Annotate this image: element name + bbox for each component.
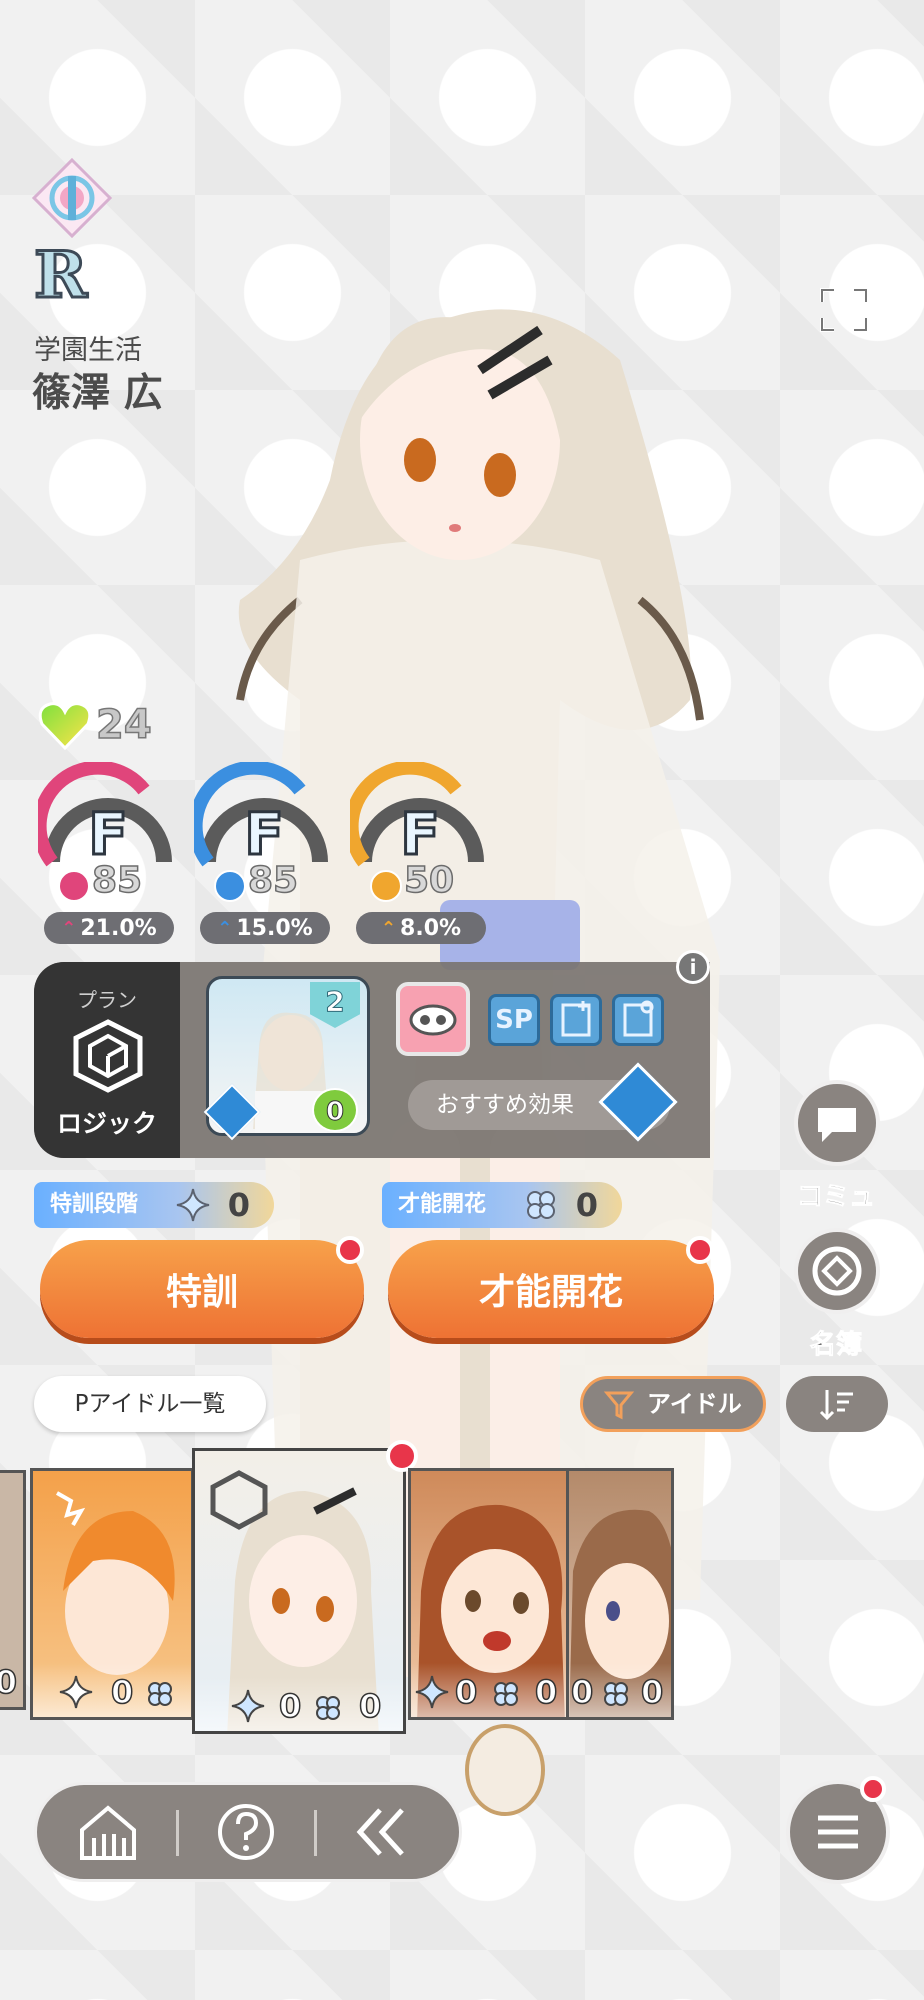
plan-name: ロジック xyxy=(56,1109,157,1138)
fullscreen-icon[interactable] xyxy=(818,286,870,334)
filter-icon xyxy=(603,1391,635,1420)
skill-card-icon[interactable] xyxy=(396,982,470,1056)
chat-icon xyxy=(818,1108,856,1142)
star-icon xyxy=(59,1675,93,1709)
visual-bonus: ⌃ 8.0% xyxy=(356,912,486,944)
talent-bloom-tag: 才能開花 0 xyxy=(382,1182,622,1228)
card-star-count: 0 xyxy=(454,1672,478,1712)
idol-card[interactable]: 0 0 xyxy=(566,1468,674,1720)
vocal-value: 85 xyxy=(91,859,143,902)
training-notification-dot xyxy=(336,1236,364,1264)
stat-visual: F 50 ⌃ 8.0% xyxy=(350,762,490,952)
card-clover-count: 0 xyxy=(358,1686,382,1726)
visual-value: 50 xyxy=(403,859,455,902)
talent-bloom-button[interactable]: 才能開花 xyxy=(388,1240,714,1338)
training-button[interactable]: 特訓 xyxy=(40,1240,364,1338)
help-icon[interactable] xyxy=(214,1800,278,1864)
idol-name: 篠澤 広 xyxy=(32,371,163,416)
visual-grade: F xyxy=(399,799,442,870)
stamina-value: 24 xyxy=(95,701,152,749)
idol-filter-button[interactable]: アイドル xyxy=(580,1376,766,1432)
microphone-icon xyxy=(58,870,90,902)
p-idol-list-button[interactable]: Pアイドル一覧 xyxy=(34,1376,266,1432)
idol-card[interactable]: 0 0 xyxy=(408,1468,572,1720)
clover-icon xyxy=(527,1191,555,1219)
idol-card[interactable]: 0 xyxy=(30,1468,194,1720)
card-star-count: 0 xyxy=(278,1686,302,1726)
talent-bloom-label: 才能開花 xyxy=(398,1192,487,1217)
dance-value: 85 xyxy=(247,859,299,902)
nav-separator xyxy=(176,1810,179,1856)
clover-icon xyxy=(604,1682,628,1706)
clover-icon xyxy=(316,1696,340,1720)
clover-icon xyxy=(494,1682,518,1706)
stat-dance: F 85 ⌃ 15.0% xyxy=(194,762,334,952)
clover-icon xyxy=(148,1682,172,1706)
rarity-label: R xyxy=(32,237,88,315)
vocal-bonus: ⌃ 21.0% xyxy=(44,912,174,944)
commu-button[interactable] xyxy=(794,1080,880,1166)
stat-vocal: F 85 ⌃ 21.0% xyxy=(38,762,178,952)
plan-label: プラン xyxy=(77,988,137,1012)
card-clover-count: 0 xyxy=(640,1672,664,1712)
menu-notification-dot xyxy=(860,1776,886,1802)
card-detail-icon[interactable] xyxy=(612,994,664,1046)
talent-bloom-count: 0 xyxy=(575,1186,598,1224)
add-card-icon[interactable] xyxy=(550,994,602,1046)
vocal-grade: F xyxy=(87,799,130,870)
meibo-label: 名簿 xyxy=(809,1330,862,1361)
star-icon xyxy=(231,1689,265,1723)
training-stage-tag: 特訓段階 0 xyxy=(34,1182,274,1228)
dance-bonus: ⌃ 15.0% xyxy=(200,912,330,944)
meibo-button[interactable] xyxy=(794,1228,880,1314)
nav-separator xyxy=(314,1810,317,1856)
card-clover-count: 0 xyxy=(534,1672,558,1712)
face-icon xyxy=(370,870,402,902)
rainbow-emblem-icon xyxy=(32,158,112,238)
logic-cube-icon xyxy=(73,1019,143,1093)
commu-label: コミュ xyxy=(796,1182,875,1213)
filter-label: アイドル xyxy=(647,1390,742,1418)
bloom-notification-dot xyxy=(686,1236,714,1264)
home-icon[interactable] xyxy=(76,1800,140,1864)
dance-grade: F xyxy=(243,799,286,870)
shoe-icon xyxy=(214,870,246,902)
card-star-count: 0 xyxy=(110,1672,134,1712)
roster-icon xyxy=(812,1246,862,1296)
sp-skill-icon[interactable]: SP xyxy=(488,994,540,1046)
idol-card[interactable]: 0 xyxy=(0,1470,26,1710)
idol-card-selected[interactable]: 0 0 xyxy=(192,1448,406,1734)
card-star-count: 0 xyxy=(570,1672,594,1712)
star-icon xyxy=(176,1188,210,1222)
star-icon xyxy=(415,1675,449,1709)
training-stage-label: 特訓段階 xyxy=(50,1192,139,1217)
training-stage-count: 0 xyxy=(227,1186,250,1224)
heart-icon xyxy=(38,702,92,750)
support-count: 0 xyxy=(312,1088,358,1132)
back-icon[interactable] xyxy=(350,1800,414,1864)
sort-icon[interactable] xyxy=(786,1376,888,1432)
card-clover-count: 0 xyxy=(0,1662,18,1702)
info-icon[interactable]: i xyxy=(676,950,710,984)
